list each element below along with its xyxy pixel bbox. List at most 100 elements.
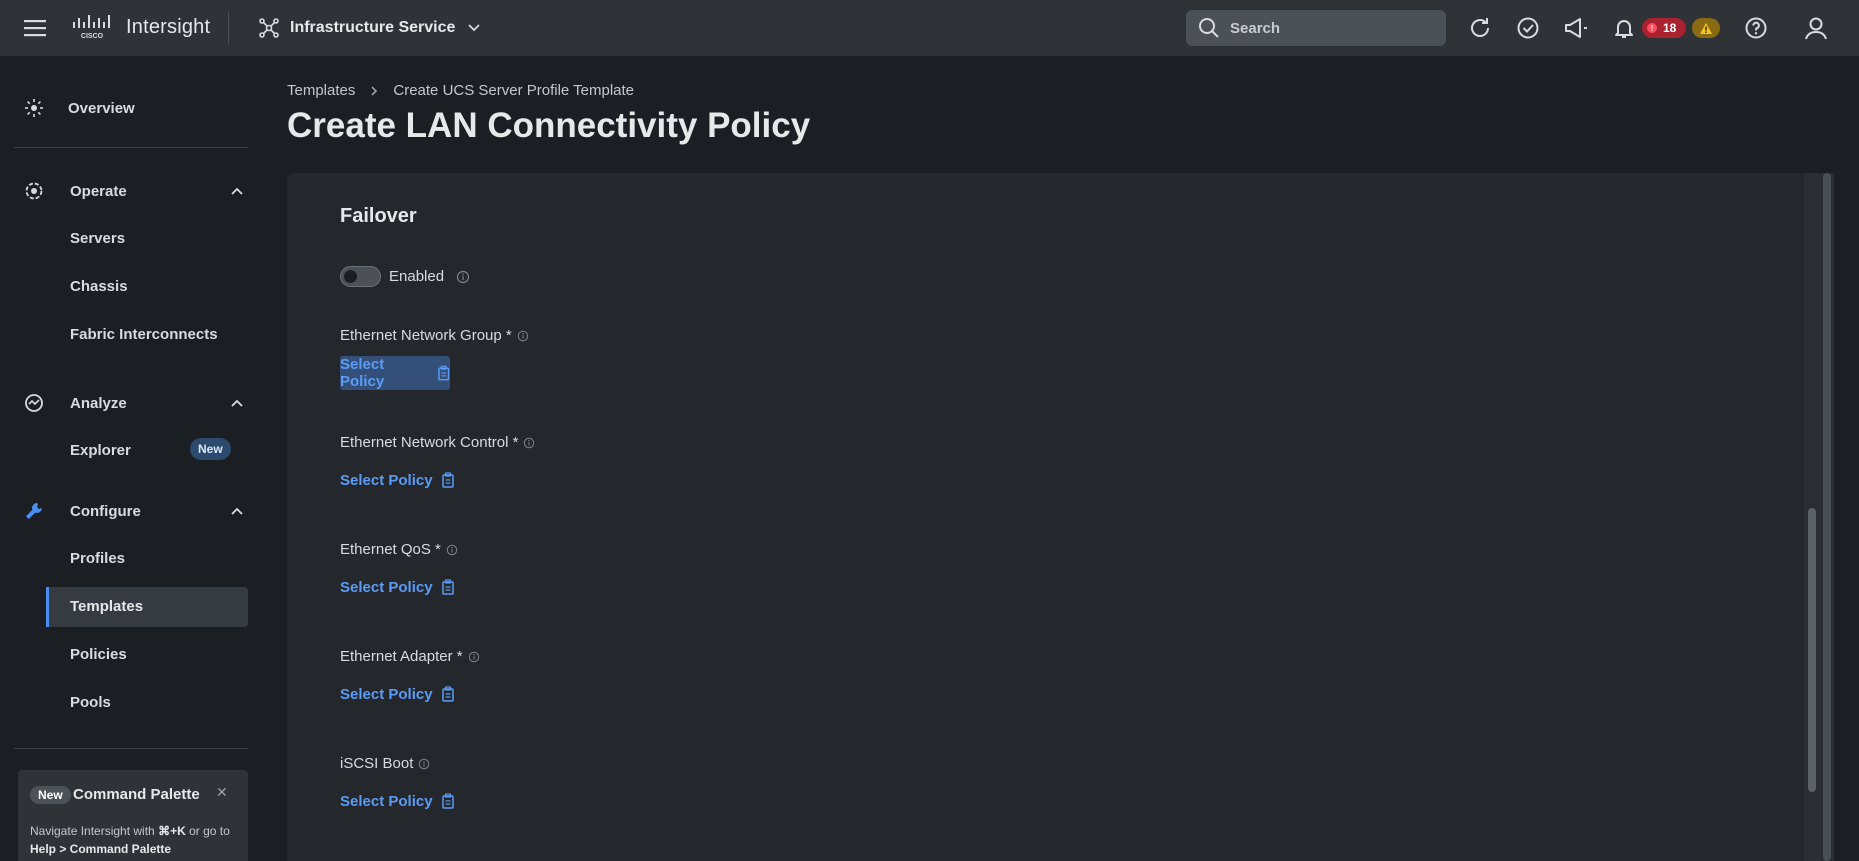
analyze-icon bbox=[25, 394, 43, 412]
chevron-down-icon bbox=[468, 24, 481, 32]
configure-label: Configure bbox=[70, 502, 141, 520]
topbar-divider bbox=[228, 12, 229, 44]
sidebar-item-overview[interactable]: Overview bbox=[24, 98, 135, 118]
sidebar-item-templates[interactable]: Templates bbox=[46, 587, 248, 627]
svg-text:CISCO: CISCO bbox=[81, 33, 104, 40]
info-icon[interactable] bbox=[468, 651, 480, 663]
sidebar-item-chassis[interactable]: Chassis bbox=[70, 278, 128, 295]
sidebar-item-explorer[interactable]: Explorer bbox=[70, 442, 131, 459]
failover-toggle-row: Enabled bbox=[340, 266, 470, 287]
search-input[interactable] bbox=[1230, 19, 1430, 37]
sidebar-item-profiles[interactable]: Profiles bbox=[70, 550, 125, 567]
alarm-icon: ! bbox=[1647, 23, 1657, 33]
service-icon bbox=[259, 18, 279, 38]
section-title: Failover bbox=[340, 205, 417, 227]
operate-label: Operate bbox=[70, 182, 127, 200]
alarm-count: 18 bbox=[1663, 21, 1677, 35]
command-palette-title: Command Palette bbox=[73, 786, 200, 803]
help-icon[interactable] bbox=[1742, 14, 1770, 42]
select-policy-ethernet-adapter[interactable]: Select Policy bbox=[340, 677, 455, 711]
info-icon[interactable] bbox=[517, 330, 529, 342]
select-policy-label: Select Policy bbox=[340, 471, 433, 489]
select-policy-ethernet-network-group[interactable]: Select Policy bbox=[340, 356, 450, 390]
chevron-right-icon bbox=[369, 85, 379, 97]
field-label-text: iSCSI Boot bbox=[340, 755, 414, 772]
field-label-ethernet-network-group: Ethernet Network Group * bbox=[340, 327, 529, 344]
info-icon[interactable] bbox=[418, 758, 430, 770]
info-icon[interactable] bbox=[456, 270, 470, 284]
field-label-text: Ethernet Network Group * bbox=[340, 327, 512, 344]
field-label-text: Ethernet Network Control * bbox=[340, 434, 519, 451]
clipboard-icon bbox=[437, 365, 449, 381]
page-title: Create LAN Connectivity Policy bbox=[287, 106, 811, 145]
scrollbar-thumb[interactable] bbox=[1808, 508, 1816, 792]
chevron-up-icon bbox=[231, 399, 243, 407]
cisco-intersight-logo[interactable]: CISCO Intersight bbox=[72, 14, 210, 40]
failover-toggle[interactable] bbox=[340, 266, 381, 287]
breadcrumb-create-template[interactable]: Create UCS Server Profile Template bbox=[393, 82, 634, 99]
sidebar-item-fabric-interconnects[interactable]: Fabric Interconnects bbox=[70, 326, 218, 343]
sidebar-section-configure[interactable]: Configure bbox=[24, 501, 244, 521]
chevron-up-icon bbox=[231, 507, 243, 515]
sidebar-item-servers[interactable]: Servers bbox=[70, 230, 125, 247]
field-label-ethernet-network-control: Ethernet Network Control * bbox=[340, 434, 535, 451]
cisco-logo-icon: CISCO bbox=[73, 15, 110, 40]
outer-scrollbar[interactable] bbox=[1823, 173, 1831, 861]
close-icon[interactable]: ✕ bbox=[216, 784, 228, 801]
select-policy-label: Select Policy bbox=[340, 685, 433, 703]
sidebar-item-pools[interactable]: Pools bbox=[70, 694, 111, 711]
overview-icon bbox=[25, 99, 43, 117]
sidebar-divider bbox=[14, 748, 248, 749]
field-label-text: Ethernet Adapter * bbox=[340, 648, 463, 665]
sidebar-divider bbox=[14, 147, 248, 148]
field-label-iscsi-boot: iSCSI Boot bbox=[340, 755, 430, 772]
toggle-knob bbox=[344, 270, 357, 283]
chevron-up-icon bbox=[231, 187, 243, 195]
field-label-ethernet-adapter: Ethernet Adapter * bbox=[340, 648, 480, 665]
sidebar-section-operate[interactable]: Operate bbox=[24, 181, 244, 201]
wrench-icon bbox=[26, 503, 42, 519]
user-icon[interactable] bbox=[1802, 14, 1830, 42]
field-label-text: Ethernet QoS * bbox=[340, 541, 441, 558]
bell-icon[interactable] bbox=[1610, 14, 1638, 42]
search-box[interactable] bbox=[1186, 10, 1446, 46]
info-icon[interactable] bbox=[523, 437, 535, 449]
breadcrumb-templates[interactable]: Templates bbox=[287, 82, 355, 99]
select-policy-ethernet-qos[interactable]: Select Policy bbox=[340, 570, 455, 604]
command-palette-description: Navigate Intersight with ⌘+K or go to He… bbox=[30, 822, 240, 858]
info-icon[interactable] bbox=[446, 544, 458, 556]
alarm-badge[interactable]: ! 18 bbox=[1642, 18, 1686, 38]
breadcrumb: Templates Create UCS Server Profile Temp… bbox=[287, 82, 634, 99]
top-bar: CISCO Intersight Infrastructure Service … bbox=[0, 0, 1859, 56]
search-icon bbox=[1199, 18, 1219, 38]
check-circle-icon[interactable] bbox=[1514, 14, 1542, 42]
service-selector[interactable]: Infrastructure Service bbox=[258, 14, 481, 42]
command-palette-card: New Command Palette ✕ Navigate Intersigh… bbox=[18, 770, 248, 861]
select-policy-label: Select Policy bbox=[340, 578, 433, 596]
select-policy-ethernet-network-control[interactable]: Select Policy bbox=[340, 463, 455, 497]
clipboard-icon bbox=[441, 472, 454, 488]
warning-badge[interactable] bbox=[1692, 18, 1720, 38]
app-name: Intersight bbox=[126, 15, 211, 38]
field-label-ethernet-qos: Ethernet QoS * bbox=[340, 541, 458, 558]
form-panel bbox=[287, 173, 1834, 861]
new-badge: New bbox=[190, 438, 231, 460]
warning-icon bbox=[1700, 22, 1712, 34]
clipboard-icon bbox=[441, 579, 454, 595]
command-palette-desc-text: Navigate Intersight with bbox=[30, 824, 159, 838]
command-palette-path: Help > Command Palette bbox=[30, 842, 172, 856]
sidebar-item-policies[interactable]: Policies bbox=[70, 646, 127, 663]
sidebar-section-analyze[interactable]: Analyze bbox=[24, 393, 244, 413]
service-label: Infrastructure Service bbox=[290, 19, 456, 36]
command-palette-desc-text: or go to bbox=[185, 824, 230, 838]
operate-icon bbox=[25, 182, 43, 200]
megaphone-icon[interactable] bbox=[1562, 14, 1590, 42]
clipboard-icon bbox=[441, 686, 454, 702]
select-policy-label: Select Policy bbox=[340, 356, 385, 390]
select-policy-iscsi-boot[interactable]: Select Policy bbox=[340, 784, 455, 818]
refresh-icon[interactable] bbox=[1466, 14, 1494, 42]
toggle-label: Enabled bbox=[389, 268, 445, 285]
menu-icon[interactable] bbox=[22, 16, 48, 40]
analyze-label: Analyze bbox=[70, 394, 127, 412]
sidebar: Overview Operate Servers Chassis Fabric … bbox=[0, 56, 252, 861]
